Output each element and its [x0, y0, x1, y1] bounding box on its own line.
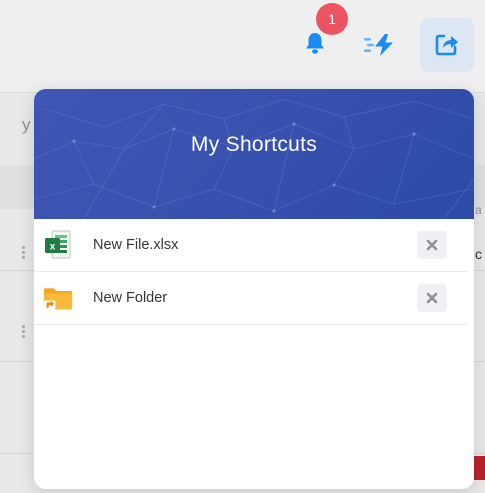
folder-shortcut-icon — [43, 288, 73, 310]
top-bar: 1 — [0, 0, 485, 93]
background-row-menu-icon — [22, 246, 26, 260]
shortcut-item[interactable]: x New File.xlsx — [34, 219, 467, 272]
background-text-fragment: y — [22, 115, 31, 134]
remove-shortcut-button[interactable] — [417, 284, 447, 312]
notification-count-badge[interactable]: 1 — [316, 3, 348, 35]
shortcuts-header: My Shortcuts — [34, 89, 474, 219]
close-icon — [426, 292, 438, 304]
shortcut-name[interactable]: New File.xlsx — [93, 219, 178, 271]
shortcuts-list: x New File.xlsx New Folder — [34, 219, 474, 325]
remove-shortcut-button[interactable] — [417, 231, 447, 259]
background-thumbnail — [474, 456, 485, 480]
svg-text:x: x — [50, 242, 56, 253]
shortcuts-title: My Shortcuts — [190, 133, 318, 156]
quick-actions-button[interactable] — [363, 33, 397, 57]
background-text-fragment: c — [475, 246, 482, 262]
excel-file-icon: x — [45, 230, 71, 259]
notifications-button[interactable] — [304, 31, 326, 55]
background-text-fragment: a — [475, 203, 482, 217]
shortcut-item[interactable]: New Folder — [34, 272, 467, 325]
close-icon — [426, 239, 438, 251]
shortcut-name[interactable]: New Folder — [93, 272, 167, 324]
bell-icon — [306, 33, 324, 54]
shortcuts-popup: My Shortcuts x New File.xlsx New Folder — [34, 89, 474, 489]
background-row-menu-icon — [22, 325, 26, 339]
share-arrow-icon — [435, 34, 458, 56]
lightning-icon — [364, 34, 393, 56]
share-button[interactable] — [420, 18, 474, 72]
